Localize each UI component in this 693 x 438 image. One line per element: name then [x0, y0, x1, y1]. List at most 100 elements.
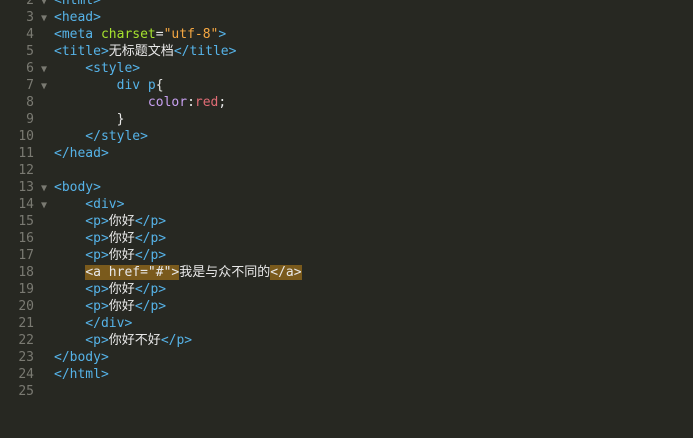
line-number: 7 — [26, 78, 34, 93]
line-number: 2 — [26, 0, 34, 8]
code-text: <div> — [54, 196, 124, 213]
code-token: <html> — [54, 0, 101, 8]
code-token: <p> — [54, 282, 109, 297]
code-token: 你好 — [108, 214, 135, 229]
code-token: </head> — [54, 146, 109, 161]
code-text: <p>你好</p> — [54, 230, 166, 247]
code-text: <p>你好不好</p> — [54, 332, 192, 349]
code-line[interactable]: 12 — [0, 162, 693, 179]
code-editor[interactable]: 2 ▼ <html> 3 ▼ <head> 4 <meta charset="utf-8"> 5… — [0, 0, 693, 438]
code-token: } — [54, 112, 125, 127]
code-token: 你好 — [108, 282, 135, 297]
line-number: 9 — [26, 112, 34, 127]
code-text: color:red; — [54, 94, 226, 111]
line-number: 10 — [18, 129, 34, 144]
code-token: </p> — [134, 231, 167, 246]
code-line[interactable]: 11 </head> — [0, 145, 693, 162]
code-text: </style> — [54, 128, 148, 145]
code-text: <body> — [54, 179, 101, 196]
code-line[interactable]: 14 ▼ <div> — [0, 196, 693, 213]
line-number: 21 — [18, 316, 34, 331]
line-number: 16 — [18, 231, 34, 246]
code-line[interactable]: 5 <title>无标题文档</title> — [0, 43, 693, 60]
code-line[interactable]: 21 </div> — [0, 315, 693, 332]
line-number: 25 — [18, 384, 34, 399]
code-token: = — [155, 27, 164, 42]
fold-arrow-icon[interactable]: ▼ — [34, 197, 54, 214]
code-token: : — [187, 95, 195, 110]
code-token: <p> — [54, 333, 109, 348]
code-token: 我是与众不同的 — [179, 265, 271, 280]
code-token: "utf-8" — [163, 27, 219, 42]
line-number: 12 — [18, 163, 34, 178]
code-token: </html> — [54, 367, 109, 382]
code-token: charset — [100, 27, 156, 42]
line-number: 24 — [18, 367, 34, 382]
code-line[interactable]: 13 ▼ <body> — [0, 179, 693, 196]
line-number: 6 — [26, 61, 34, 76]
code-token: </title> — [173, 44, 237, 59]
code-line[interactable]: 24 </html> — [0, 366, 693, 383]
fold-arrow-icon[interactable]: ▼ — [34, 78, 54, 95]
code-line[interactable]: 22 <p>你好不好</p> — [0, 332, 693, 349]
code-token: </p> — [134, 248, 167, 263]
code-token: 你好不好 — [108, 333, 161, 348]
code-line[interactable]: 3 ▼ <head> — [0, 9, 693, 26]
line-number: 14 — [18, 197, 34, 212]
code-text: <p>你好</p> — [54, 213, 166, 230]
code-token: 你好 — [108, 299, 135, 314]
code-line[interactable]: 10 </style> — [0, 128, 693, 145]
line-number: 3 — [26, 10, 34, 25]
line-number: 23 — [18, 350, 34, 365]
line-number: 4 — [26, 27, 34, 42]
code-text: <meta charset="utf-8"> — [54, 26, 226, 43]
code-line[interactable]: 19 <p>你好</p> — [0, 281, 693, 298]
code-line[interactable]: 18 <a href="#">我是与众不同的</a> — [0, 264, 693, 281]
code-token: </div> — [54, 316, 133, 331]
fold-arrow-icon[interactable]: ▼ — [34, 180, 54, 197]
line-number: 17 — [18, 248, 34, 263]
line-number: 19 — [18, 282, 34, 297]
code-line[interactable]: 16 <p>你好</p> — [0, 230, 693, 247]
code-line[interactable]: 8 color:red; — [0, 94, 693, 111]
code-line[interactable]: 25 — [0, 383, 693, 400]
line-number: 8 — [26, 95, 34, 110]
code-token: </p> — [134, 282, 167, 297]
code-line[interactable]: 9 } — [0, 111, 693, 128]
code-token: <div> — [54, 197, 125, 212]
code-token: </body> — [54, 350, 109, 365]
code-line[interactable]: 2 ▼ <html> — [0, 0, 693, 9]
code-line[interactable]: 15 <p>你好</p> — [0, 213, 693, 230]
code-text: <a href="#">我是与众不同的</a> — [54, 264, 302, 281]
code-line[interactable]: 23 </body> — [0, 349, 693, 366]
code-line[interactable]: 20 <p>你好</p> — [0, 298, 693, 315]
line-number: 18 — [18, 265, 34, 280]
code-token: <style> — [54, 61, 141, 76]
code-token: </p> — [160, 333, 193, 348]
code-line[interactable]: 17 <p>你好</p> — [0, 247, 693, 264]
code-token: ; — [218, 95, 227, 110]
fold-arrow-icon[interactable]: ▼ — [34, 10, 54, 27]
fold-arrow-icon[interactable]: ▼ — [34, 61, 54, 78]
code-token: <title> — [54, 44, 109, 59]
code-text: <style> — [54, 60, 140, 77]
code-token: </style> — [54, 129, 148, 144]
code-token: red — [194, 95, 219, 110]
code-text: <title>无标题文档</title> — [54, 43, 236, 60]
code-text: </div> — [54, 315, 132, 332]
line-number: 22 — [18, 333, 34, 348]
code-token: <p> — [54, 299, 109, 314]
code-text: } — [54, 111, 125, 128]
code-token: </p> — [134, 299, 167, 314]
code-line[interactable]: 7 ▼ div p{ — [0, 77, 693, 94]
code-token: > — [218, 27, 227, 42]
code-token: 无标题文档 — [108, 44, 174, 59]
code-token: <head> — [54, 10, 101, 25]
code-token: <body> — [54, 180, 101, 195]
code-line[interactable]: 4 <meta charset="utf-8"> — [0, 26, 693, 43]
code-line[interactable]: 6 ▼ <style> — [0, 60, 693, 77]
matched-tag-highlight: </a> — [270, 265, 302, 280]
code-token: color — [54, 95, 188, 110]
code-token: 你好 — [108, 231, 135, 246]
